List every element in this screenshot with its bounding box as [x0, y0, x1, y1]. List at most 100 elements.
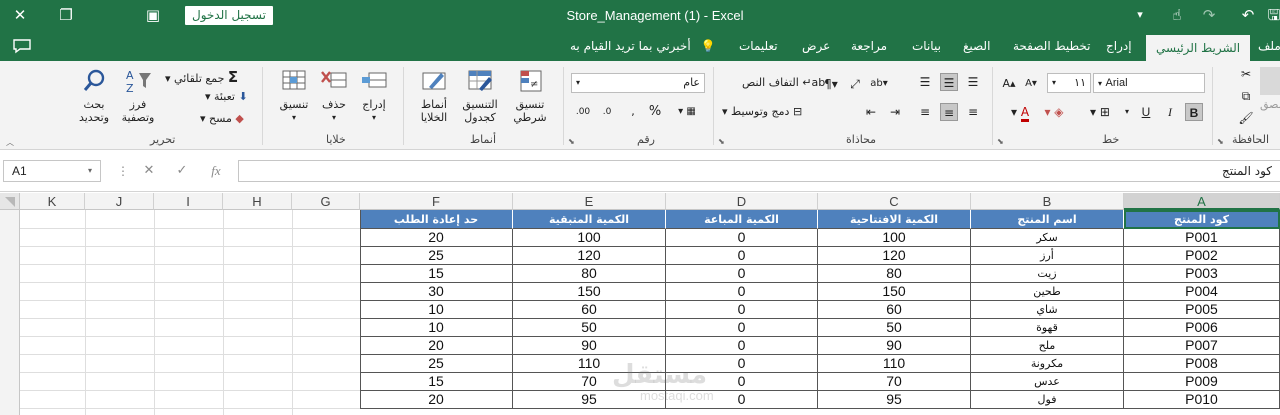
tab-view[interactable]: عرض: [802, 31, 830, 61]
paste-button[interactable]: لصق: [1260, 67, 1280, 111]
table-cell[interactable]: 80: [818, 265, 971, 283]
sort-filter-button[interactable]: AZ فرز وتصفية: [120, 67, 156, 124]
font-name-combo[interactable]: ▾ Arial: [1093, 73, 1205, 93]
number-launcher-icon[interactable]: ⬊: [568, 137, 575, 146]
table-cell[interactable]: P007: [1124, 337, 1280, 355]
table-cell[interactable]: 0: [666, 247, 818, 265]
merge-center-button[interactable]: ▾ دمج وتوسيط ⊟: [722, 105, 802, 118]
row-headers[interactable]: [0, 210, 20, 415]
header-cell-b[interactable]: اسم المنتج: [971, 210, 1124, 229]
increase-font-size-icon[interactable]: A▴: [1000, 75, 1018, 93]
fill-button[interactable]: ▾ تعبئة ⬇: [205, 90, 248, 103]
table-cell[interactable]: 95: [818, 391, 971, 409]
table-cell[interactable]: 50: [513, 319, 666, 337]
align-right-icon[interactable]: ≡: [964, 103, 982, 121]
undo-icon[interactable]: ↶: [1236, 4, 1260, 26]
align-bottom-icon[interactable]: ☰: [964, 73, 982, 91]
table-cell[interactable]: 70: [818, 373, 971, 391]
clear-button[interactable]: ▾ مسح ◆: [200, 112, 244, 125]
decrease-decimal-icon[interactable]: .00: [574, 103, 592, 121]
table-cell[interactable]: P001: [1124, 229, 1280, 247]
format-cells-button[interactable]: تنسيق ▾: [276, 67, 312, 124]
table-cell[interactable]: عدس: [971, 373, 1124, 391]
table-cell[interactable]: 150: [818, 283, 971, 301]
align-top-icon[interactable]: ☰: [916, 73, 934, 91]
column-header-g[interactable]: G: [292, 193, 360, 210]
insert-function-icon[interactable]: fx: [205, 160, 227, 182]
table-cell[interactable]: 25: [360, 247, 513, 265]
borders-icon[interactable]: ▾ ⊞: [1086, 103, 1114, 121]
table-cell[interactable]: 60: [818, 301, 971, 319]
table-cell[interactable]: 0: [666, 229, 818, 247]
column-header-d[interactable]: D: [666, 193, 818, 210]
tell-me-search[interactable]: أخبرني بما تريد القيام به 💡: [570, 31, 715, 61]
table-cell[interactable]: 20: [360, 391, 513, 409]
collapse-ribbon-icon[interactable]: ︿: [6, 137, 14, 148]
text-direction-icon[interactable]: ¶▾: [822, 75, 840, 93]
header-cell-d[interactable]: الكمية المباعة: [666, 210, 818, 229]
tab-review[interactable]: مراجعة: [851, 31, 887, 61]
cut-icon[interactable]: ✂: [1237, 65, 1255, 83]
table-cell[interactable]: P010: [1124, 391, 1280, 409]
column-header-a[interactable]: A: [1124, 193, 1280, 210]
table-cell[interactable]: مكرونة: [971, 355, 1124, 373]
select-all-corner[interactable]: [0, 193, 20, 210]
cancel-icon[interactable]: ✕: [138, 160, 160, 182]
header-cell-e[interactable]: الكمية المتبقية: [513, 210, 666, 229]
italic-button[interactable]: I: [1161, 103, 1179, 121]
column-header-e[interactable]: E: [513, 193, 666, 210]
autosum-button[interactable]: ▾ جمع تلقائي Σ: [165, 68, 238, 86]
table-cell[interactable]: 15: [360, 265, 513, 283]
column-header-f[interactable]: F: [360, 193, 513, 210]
table-cell[interactable]: 0: [666, 337, 818, 355]
underline-button[interactable]: U: [1137, 103, 1155, 121]
table-cell[interactable]: 50: [818, 319, 971, 337]
delete-cells-button[interactable]: حذف ▾: [316, 67, 352, 124]
tab-formulas[interactable]: الصيغ: [963, 31, 990, 61]
table-cell[interactable]: 25: [360, 355, 513, 373]
table-cell[interactable]: فول: [971, 391, 1124, 409]
header-cell-a[interactable]: كود المنتج: [1124, 210, 1280, 229]
sign-in-button[interactable]: تسجيل الدخول: [185, 6, 273, 25]
tab-file[interactable]: ملف: [1258, 31, 1280, 61]
redo-icon[interactable]: ↷: [1197, 4, 1221, 26]
table-cell[interactable]: قهوة: [971, 319, 1124, 337]
align-left-icon[interactable]: ≡: [916, 103, 934, 121]
clipboard-launcher-icon[interactable]: ⬊: [1217, 137, 1224, 146]
name-box[interactable]: A1: [3, 160, 101, 182]
number-format-combo[interactable]: ▾ عام: [571, 73, 705, 93]
table-cell[interactable]: 0: [666, 283, 818, 301]
table-cell[interactable]: 20: [360, 229, 513, 247]
table-cell[interactable]: P003: [1124, 265, 1280, 283]
tab-data[interactable]: بيانات: [912, 31, 941, 61]
fill-color-icon[interactable]: ▾ ◈: [1040, 103, 1068, 121]
column-header-c[interactable]: C: [818, 193, 971, 210]
increase-decimal-icon[interactable]: .0: [598, 103, 616, 121]
format-as-table-button[interactable]: التنسيق كجدول: [456, 67, 504, 124]
customize-toolbar-icon[interactable]: ▾: [1128, 4, 1152, 26]
increase-indent-icon[interactable]: ⇥: [886, 103, 904, 121]
column-header-k[interactable]: K: [20, 193, 85, 210]
table-cell[interactable]: 80: [513, 265, 666, 283]
tab-help[interactable]: تعليمات: [739, 31, 778, 61]
table-cell[interactable]: 15: [360, 373, 513, 391]
accounting-format-icon[interactable]: ▾ ▦: [670, 103, 704, 121]
table-cell[interactable]: P008: [1124, 355, 1280, 373]
table-cell[interactable]: 10: [360, 301, 513, 319]
column-header-j[interactable]: J: [85, 193, 154, 210]
table-cell[interactable]: P002: [1124, 247, 1280, 265]
conditional-formatting-button[interactable]: ≠ تنسيق شرطي: [508, 67, 552, 124]
table-cell[interactable]: طحين: [971, 283, 1124, 301]
table-cell[interactable]: 90: [818, 337, 971, 355]
table-cell[interactable]: ملح: [971, 337, 1124, 355]
bold-button[interactable]: B: [1185, 103, 1203, 121]
font-size-combo[interactable]: ▾ ١١: [1047, 73, 1091, 93]
copy-icon[interactable]: ⧉: [1237, 87, 1255, 105]
font-color-icon[interactable]: ▾ A: [1005, 103, 1035, 122]
header-cell-c[interactable]: الكمية الافتتاحية: [818, 210, 971, 229]
decrease-font-size-icon[interactable]: A▾: [1022, 75, 1040, 93]
comma-style-icon[interactable]: ,: [624, 103, 642, 121]
table-cell[interactable]: شاي: [971, 301, 1124, 319]
table-cell[interactable]: 60: [513, 301, 666, 319]
insert-cells-button[interactable]: إدراج ▾: [356, 67, 392, 124]
